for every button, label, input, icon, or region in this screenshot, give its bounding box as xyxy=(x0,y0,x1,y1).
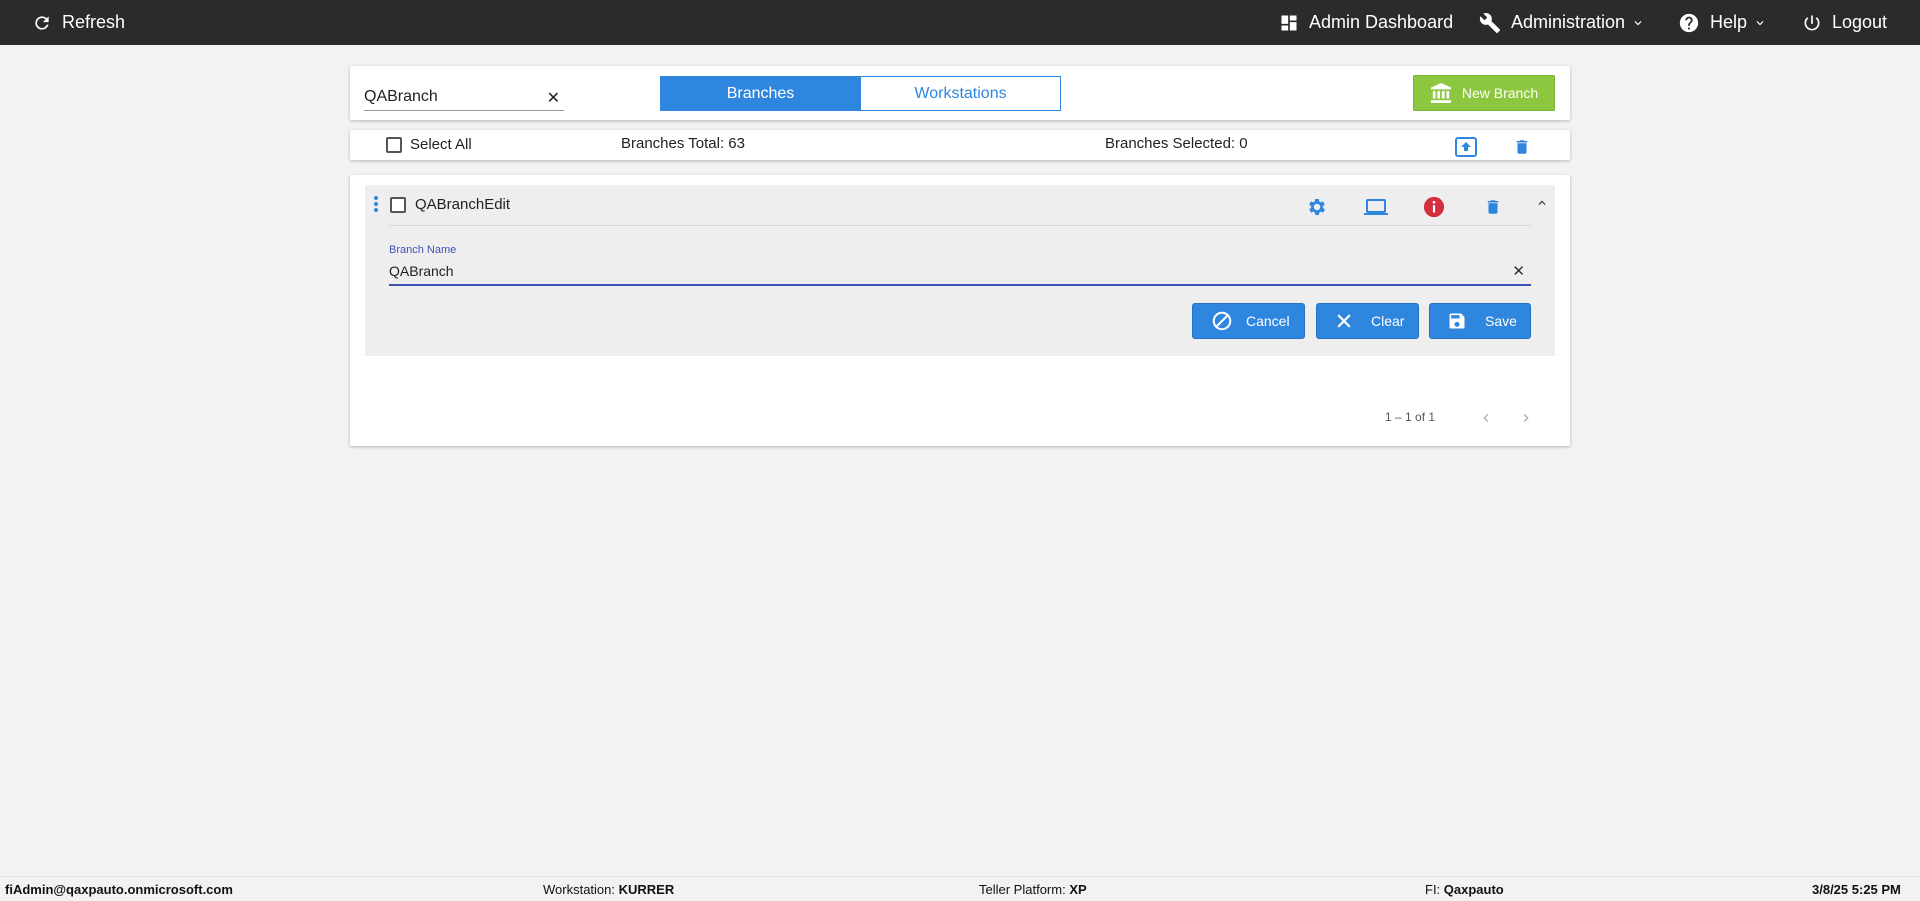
trash-icon xyxy=(1487,200,1499,214)
new-branch-label: New Branch xyxy=(1461,85,1539,101)
delete-selected-button[interactable] xyxy=(1510,136,1534,158)
row-checkbox[interactable] xyxy=(390,197,406,213)
branches-total: Branches Total: 63 xyxy=(621,135,745,152)
workstations-button[interactable] xyxy=(1363,195,1389,219)
info-button[interactable] xyxy=(1422,195,1446,219)
search-clear-icon[interactable]: ✕ xyxy=(547,88,560,108)
next-page-button[interactable] xyxy=(1516,408,1536,428)
status-footer: fiAdmin@qaxpauto.onmicrosoft.com Worksta… xyxy=(0,876,1920,901)
cancel-label: Cancel xyxy=(1246,313,1290,329)
footer-teller-value: XP xyxy=(1069,882,1087,897)
save-label: Save xyxy=(1485,313,1517,329)
export-button[interactable] xyxy=(1454,136,1478,158)
bank-icon xyxy=(1430,83,1451,103)
help-icon xyxy=(1679,13,1699,32)
admin-dashboard-button[interactable]: Admin Dashboard xyxy=(1279,0,1453,45)
row-divider xyxy=(389,225,1531,226)
dashboard-icon xyxy=(1281,15,1297,30)
help-label: Help xyxy=(1710,12,1748,32)
branch-name-input[interactable] xyxy=(389,260,1489,282)
branches-selected: Branches Selected: 0 xyxy=(1105,135,1248,152)
cancel-icon xyxy=(1212,311,1232,331)
save-icon xyxy=(1449,313,1465,329)
footer-fi: FI: Qaxpauto xyxy=(1425,882,1504,897)
close-icon xyxy=(1337,314,1351,328)
laptop-icon xyxy=(1364,199,1388,215)
footer-teller-label: Teller Platform: xyxy=(979,882,1070,897)
power-icon xyxy=(1804,15,1820,30)
footer-workstation-value: KURRER xyxy=(618,882,675,897)
wrench-icon xyxy=(1479,12,1501,33)
logout-button[interactable]: Logout xyxy=(1802,0,1887,45)
settings-button[interactable] xyxy=(1305,195,1329,219)
more-vert-icon xyxy=(374,196,378,212)
logout-label: Logout xyxy=(1832,12,1888,32)
footer-fi-label: FI: xyxy=(1425,882,1444,897)
administration-menu[interactable]: Administration xyxy=(1479,0,1645,45)
chevron-down-icon xyxy=(1756,20,1764,25)
info-icon xyxy=(1423,196,1445,218)
footer-teller: Teller Platform: XP xyxy=(979,882,1087,897)
branch-name-label: Branch Name xyxy=(389,244,457,256)
footer-workstation-label: Workstation: xyxy=(543,882,619,897)
chevron-down-icon xyxy=(1634,20,1642,25)
tab-branches[interactable]: Branches xyxy=(660,76,861,111)
search-field: ✕ xyxy=(364,85,564,111)
administration-label: Administration xyxy=(1511,12,1626,32)
branch-name: QABranchEdit xyxy=(415,196,511,213)
clear-label: Clear xyxy=(1371,313,1405,329)
refresh-icon xyxy=(35,15,49,30)
delete-branch-button[interactable] xyxy=(1481,195,1505,219)
footer-workstation: Workstation: KURRER xyxy=(543,882,674,897)
tab-workstations[interactable]: Workstations xyxy=(860,76,1061,111)
collapse-button[interactable] xyxy=(1532,193,1552,213)
select-all-checkbox[interactable] xyxy=(386,137,402,153)
row-menu-button[interactable] xyxy=(372,195,380,213)
gear-icon xyxy=(1309,199,1325,215)
select-all-label: Select All xyxy=(410,136,472,153)
prev-page-button[interactable] xyxy=(1476,408,1496,428)
footer-datetime-value: 3/8/25 5:25 PM xyxy=(1812,882,1901,897)
refresh-label: Refresh xyxy=(62,12,126,32)
chevron-left-icon xyxy=(1483,414,1489,422)
cancel-button[interactable]: Cancel xyxy=(1192,303,1305,339)
footer-datetime: 3/8/25 5:25 PM xyxy=(1812,882,1901,897)
save-button[interactable]: Save xyxy=(1429,303,1531,339)
new-branch-button[interactable]: New Branch xyxy=(1413,75,1555,111)
pagination-range: 1 – 1 of 1 xyxy=(1385,410,1436,424)
clear-button[interactable]: Clear xyxy=(1316,303,1419,339)
trash-icon xyxy=(1516,140,1528,154)
search-input[interactable] xyxy=(364,85,539,109)
chevron-up-icon xyxy=(1538,200,1546,205)
footer-user: fiAdmin@qaxpauto.onmicrosoft.com xyxy=(5,882,233,897)
footer-fi-value: Qaxpauto xyxy=(1443,882,1504,897)
upload-icon xyxy=(1455,137,1477,157)
summary-card xyxy=(350,130,1570,160)
chevron-right-icon xyxy=(1523,414,1529,422)
refresh-button[interactable]: Refresh xyxy=(32,0,125,45)
branch-name-field: ✕ xyxy=(389,260,1531,286)
admin-dashboard-label: Admin Dashboard xyxy=(1309,12,1454,32)
footer-user-value: fiAdmin@qaxpauto.onmicrosoft.com xyxy=(5,882,233,897)
top-bar: Refresh Admin Dashboard Administration H… xyxy=(0,0,1920,45)
field-clear-icon[interactable]: ✕ xyxy=(1512,262,1525,280)
help-menu[interactable]: Help xyxy=(1678,0,1767,45)
